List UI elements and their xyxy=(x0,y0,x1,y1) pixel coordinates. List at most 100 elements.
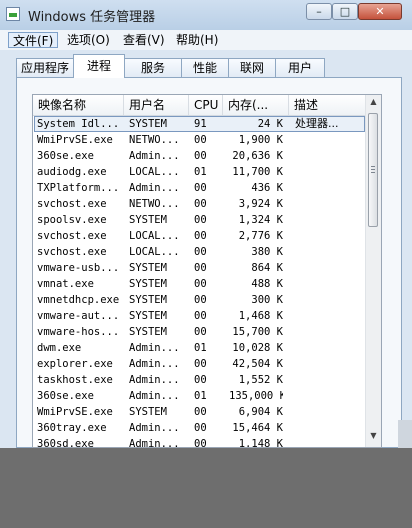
process-memory-cell: 864 K xyxy=(251,262,283,274)
table-row[interactable]: System Idl... SYSTEM 91 24 K 处理器... xyxy=(33,116,367,132)
column-header-row: 映像名称 用户名 CPU 内存(... 描述 xyxy=(33,95,367,116)
minimize-button[interactable]: – xyxy=(306,3,332,20)
process-memory-cell: 1,324 K xyxy=(238,214,283,226)
process-name-cell: spoolsv.exe xyxy=(37,214,107,226)
table-row[interactable]: WmiPrvSE.exe NETWO... 00 1,900 K xyxy=(33,132,367,148)
column-header-cpu[interactable]: CPU xyxy=(189,95,223,115)
tab-users[interactable]: 用户 xyxy=(275,58,325,77)
process-description-cell xyxy=(295,148,365,164)
tab-performance[interactable]: 性能 xyxy=(181,58,229,77)
process-memory-cell: 15,464 K xyxy=(232,422,283,434)
process-name-cell: vmware-aut... xyxy=(37,310,120,322)
menu-bar: 文件(F) 选项(O) 查看(V) 帮助(H) xyxy=(0,30,412,50)
column-header-image-name[interactable]: 映像名称 xyxy=(33,95,124,115)
scroll-down-arrow-icon[interactable]: ▼ xyxy=(368,431,379,445)
cropped-area xyxy=(0,448,412,528)
process-cpu-cell: 00 xyxy=(194,182,207,194)
vertical-scrollbar[interactable]: ▲ ▼ xyxy=(365,95,381,447)
table-row[interactable]: 360tray.exe Admin... 00 15,464 K xyxy=(33,420,367,436)
table-row[interactable]: vmnat.exe SYSTEM 00 488 K xyxy=(33,276,367,292)
process-name-cell: vmware-usb... xyxy=(37,262,120,274)
process-name-cell: TXPlatform... xyxy=(37,182,120,194)
table-row[interactable]: vmware-hos... SYSTEM 00 15,700 K xyxy=(33,324,367,340)
process-description-cell xyxy=(295,228,365,244)
close-button[interactable]: ✕ xyxy=(358,3,402,20)
table-row[interactable]: svchost.exe LOCAL... 00 380 K xyxy=(33,244,367,260)
process-cpu-cell: 01 xyxy=(194,342,207,354)
table-row[interactable]: spoolsv.exe SYSTEM 00 1,324 K xyxy=(33,212,367,228)
process-name-cell: taskhost.exe xyxy=(37,374,113,386)
tab-applications[interactable]: 应用程序 xyxy=(16,58,74,77)
process-name-cell: 360se.exe xyxy=(37,150,94,162)
process-description-cell xyxy=(295,244,365,260)
process-name-cell: audiodg.exe xyxy=(37,166,107,178)
table-row[interactable]: vmware-aut... SYSTEM 00 1,468 K xyxy=(33,308,367,324)
table-row[interactable]: 360sd.exe Admin... 00 1,148 K xyxy=(33,436,367,448)
column-header-memory[interactable]: 内存(... xyxy=(223,95,289,115)
process-user-cell: SYSTEM xyxy=(129,278,167,290)
table-row[interactable]: vmware-usb... SYSTEM 00 864 K xyxy=(33,260,367,276)
table-row[interactable]: explorer.exe Admin... 00 42,504 K xyxy=(33,356,367,372)
window-edge xyxy=(398,420,412,448)
process-memory-cell: 380 K xyxy=(251,246,283,258)
process-memory-cell: 42,504 K xyxy=(232,358,283,370)
tab-services[interactable]: 服务 xyxy=(124,58,182,77)
table-row[interactable]: audiodg.exe LOCAL... 01 11,700 K xyxy=(33,164,367,180)
process-memory-cell: 2,776 K xyxy=(238,230,283,242)
column-header-description[interactable]: 描述 xyxy=(289,95,367,115)
process-user-cell: SYSTEM xyxy=(129,214,167,226)
process-cpu-cell: 00 xyxy=(194,246,207,258)
process-name-cell: 360sd.exe xyxy=(37,438,94,448)
table-row[interactable]: TXPlatform... Admin... 00 436 K xyxy=(33,180,367,196)
tab-networking[interactable]: 联网 xyxy=(228,58,276,77)
table-row[interactable]: vmnetdhcp.exe SYSTEM 00 300 K xyxy=(33,292,367,308)
process-cpu-cell: 00 xyxy=(194,198,207,210)
process-memory-cell: 15,700 K xyxy=(232,326,283,338)
process-description-cell xyxy=(295,340,365,356)
process-user-cell: LOCAL... xyxy=(129,166,180,178)
process-description-cell xyxy=(295,436,365,447)
process-description-cell xyxy=(295,388,365,404)
window-title: Windows 任务管理器 xyxy=(28,10,156,25)
process-user-cell: Admin... xyxy=(129,358,180,370)
process-cpu-cell: 00 xyxy=(194,230,207,242)
table-row[interactable]: WmiPrvSE.exe SYSTEM 00 6,904 K xyxy=(33,404,367,420)
process-description-cell: 处理器... xyxy=(295,117,339,130)
process-memory-cell: 1,468 K xyxy=(238,310,283,322)
process-name-cell: explorer.exe xyxy=(37,358,113,370)
tab-processes[interactable]: 进程 xyxy=(73,54,125,78)
process-memory-cell: 10,028 K xyxy=(232,342,283,354)
process-list[interactable]: 映像名称 用户名 CPU 内存(... 描述 System Idl... SYST… xyxy=(32,94,382,448)
process-cpu-cell: 00 xyxy=(194,278,207,290)
table-row[interactable]: svchost.exe NETWO... 00 3,924 K xyxy=(33,196,367,212)
maximize-button[interactable]: □ xyxy=(332,3,358,20)
process-cpu-cell: 00 xyxy=(194,358,207,370)
table-row[interactable]: 360se.exe Admin... 01 135,000 K xyxy=(33,388,367,404)
table-row[interactable]: taskhost.exe Admin... 00 1,552 K xyxy=(33,372,367,388)
process-description-cell xyxy=(295,404,365,420)
process-memory-cell: 135,000 K xyxy=(229,390,283,402)
table-row[interactable]: 360se.exe Admin... 00 20,636 K xyxy=(33,148,367,164)
process-name-cell: vmware-hos... xyxy=(37,326,120,338)
process-memory-cell: 3,924 K xyxy=(238,198,283,210)
scroll-up-arrow-icon[interactable]: ▲ xyxy=(368,97,379,111)
menu-view[interactable]: 查看(V) xyxy=(119,32,169,48)
process-rows: System Idl... SYSTEM 91 24 K 处理器... WmiPrvSE.… xyxy=(33,116,367,448)
column-header-user-name[interactable]: 用户名 xyxy=(124,95,189,115)
process-description-cell xyxy=(295,420,365,436)
table-row[interactable]: svchost.exe LOCAL... 00 2,776 K xyxy=(33,228,367,244)
process-name-cell: svchost.exe xyxy=(37,230,107,242)
menu-options[interactable]: 选项(O) xyxy=(63,32,114,48)
process-user-cell: SYSTEM xyxy=(129,406,167,418)
process-user-cell: SYSTEM xyxy=(129,262,167,274)
title-bar[interactable]: Windows 任务管理器 – □ ✕ xyxy=(0,0,412,31)
process-description-cell xyxy=(295,180,365,196)
table-row[interactable]: dwm.exe Admin... 01 10,028 K xyxy=(33,340,367,356)
menu-help[interactable]: 帮助(H) xyxy=(172,32,222,48)
scrollbar-thumb[interactable] xyxy=(368,113,378,227)
process-description-cell xyxy=(295,292,365,308)
process-memory-cell: 1,148 K xyxy=(238,438,283,448)
menu-file[interactable]: 文件(F) xyxy=(8,32,59,48)
process-user-cell: NETWO... xyxy=(129,134,180,146)
process-description-cell xyxy=(295,324,365,340)
